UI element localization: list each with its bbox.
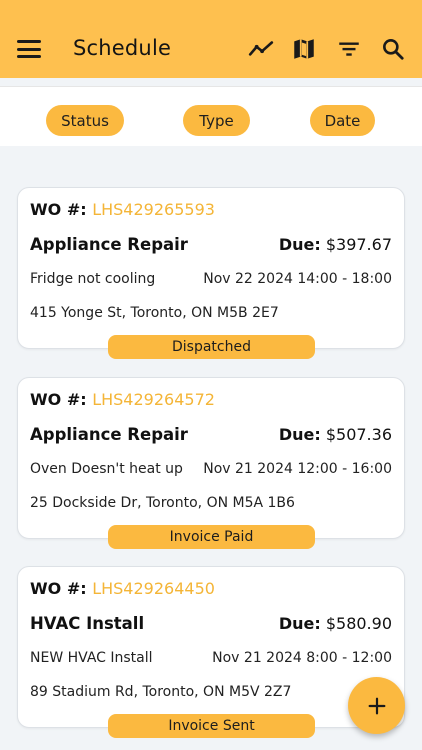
map-icon[interactable] [291,36,317,62]
due-amount: Due: $507.36 [278,425,392,444]
job-address: 415 Yonge St, Toronto, ON M5B 2E7 [30,305,279,321]
job-description: Oven Doesn't heat up [30,461,183,477]
job-description: Fridge not cooling [30,271,156,287]
trend-icon[interactable] [248,36,274,62]
work-order-card[interactable]: WO #: LHS429265593 Appliance Repair Due:… [17,187,405,359]
appointment-time: Nov 21 2024 12:00 - 16:00 [203,461,392,477]
date-filter-chip[interactable]: Date [310,105,375,136]
work-order-number: WO #: LHS429264450 [30,579,215,598]
plus-icon [368,697,385,714]
app-bar: Schedule [0,0,422,78]
service-type: Appliance Repair [30,235,188,254]
job-address: 25 Dockside Dr, Toronto, ON M5A 1B6 [30,495,295,511]
appointment-time: Nov 21 2024 8:00 - 12:00 [212,650,392,666]
status-badge: Dispatched [108,335,315,359]
status-filter-chip[interactable]: Status [46,105,124,136]
page-title: Schedule [73,36,172,60]
appointment-time: Nov 22 2024 14:00 - 18:00 [203,271,392,287]
service-type: Appliance Repair [30,425,188,444]
work-order-number: WO #: LHS429265593 [30,200,215,219]
status-badge: Invoice Sent [108,714,315,738]
service-type: HVAC Install [30,614,145,633]
work-order-card[interactable]: WO #: LHS429264572 Appliance Repair Due:… [17,377,405,549]
job-description: NEW HVAC Install [30,650,153,666]
add-work-order-button[interactable] [348,677,405,734]
due-amount: Due: $397.67 [278,235,392,254]
work-order-card[interactable]: WO #: LHS429264450 HVAC Install Due: $58… [17,566,405,738]
search-icon[interactable] [380,36,406,62]
type-filter-chip[interactable]: Type [183,105,250,136]
status-badge: Invoice Paid [108,525,315,549]
job-address: 89 Stadium Rd, Toronto, ON M5V 2Z7 [30,684,292,700]
work-order-number: WO #: LHS429264572 [30,390,215,409]
filter-icon[interactable] [336,36,362,62]
due-amount: Due: $580.90 [278,614,392,633]
menu-icon[interactable] [17,40,41,58]
filter-bar: Status Type Date [0,86,422,146]
